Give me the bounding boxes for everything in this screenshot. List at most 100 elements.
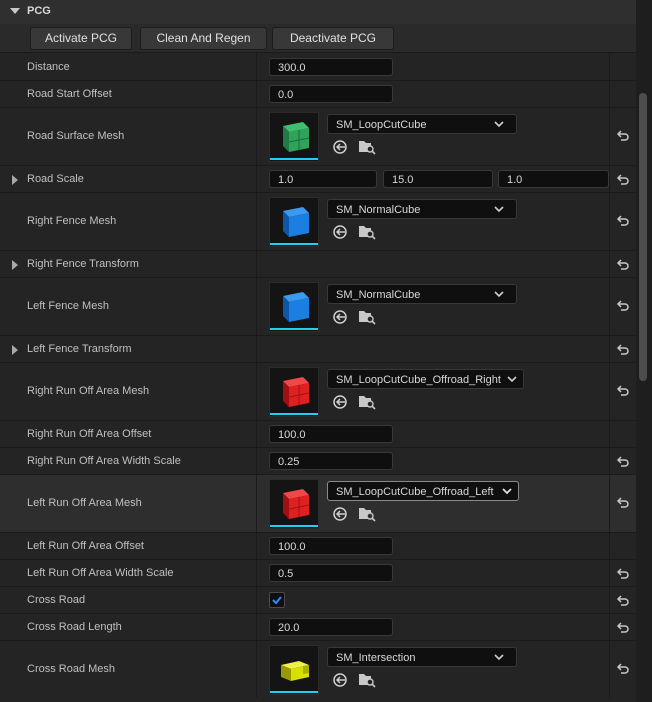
browse-to-asset-icon[interactable] (358, 309, 376, 325)
asset-combo[interactable]: SM_NormalCube (327, 284, 517, 304)
property-row-left-run-off-width: Left Run Off Area Width Scale 0.5 (0, 559, 636, 586)
category-title: PCG (27, 5, 51, 17)
asset-combo[interactable]: SM_LoopCutCube_Offroad_Right (327, 369, 524, 389)
browse-to-asset-icon[interactable] (358, 672, 376, 688)
reset-to-default-icon[interactable] (616, 173, 630, 187)
cube-preview-icon (283, 489, 310, 519)
property-label: Cross Road Mesh (27, 663, 116, 675)
property-row-right-run-off-offset: Right Run Off Area Offset 100.0 (0, 420, 636, 447)
deactivate-pcg-button[interactable]: Deactivate PCG (272, 27, 394, 50)
chevron-down-icon (494, 206, 504, 213)
cube-preview-icon (283, 292, 309, 322)
reset-to-default-icon[interactable] (616, 299, 630, 313)
mesh-thumbnail[interactable] (269, 479, 319, 529)
cross-road-checkbox[interactable] (269, 592, 285, 608)
scale-z-input[interactable]: 1.0 (498, 170, 609, 188)
reset-to-default-icon[interactable] (616, 129, 630, 143)
asset-name: SM_NormalCube (336, 289, 421, 301)
chevron-down-icon (494, 654, 504, 661)
property-label: Cross Road Length (27, 621, 122, 633)
chevron-down-icon (494, 291, 504, 298)
reset-to-default-icon[interactable] (616, 662, 630, 676)
left-run-off-offset-input[interactable]: 100.0 (269, 537, 393, 555)
use-selected-asset-icon[interactable] (332, 506, 348, 522)
asset-combo[interactable]: SM_LoopCutCube (327, 114, 517, 134)
cube-preview-icon (283, 122, 310, 152)
scrollbar-thumb[interactable] (639, 93, 647, 381)
left-run-off-width-input[interactable]: 0.5 (269, 564, 393, 582)
cross-road-length-input[interactable]: 20.0 (269, 618, 393, 636)
cube-preview-icon (283, 207, 309, 237)
clean-and-regen-button[interactable]: Clean And Regen (140, 27, 267, 50)
mesh-thumbnail[interactable] (269, 282, 319, 332)
chevron-down-icon (494, 121, 504, 128)
property-row-cross-road-length: Cross Road Length 20.0 (0, 613, 636, 640)
use-selected-asset-icon[interactable] (332, 224, 348, 240)
distance-input[interactable]: 300.0 (269, 58, 393, 76)
property-label: Right Run Off Area Mesh (27, 385, 150, 397)
collapse-arrow-icon[interactable] (10, 8, 20, 14)
property-row-right-fence-mesh: Right Fence Mesh SM_NormalCube (0, 192, 636, 250)
expand-arrow-icon[interactable] (12, 175, 18, 185)
property-row-road-start-offset: Road Start Offset 0.0 (0, 80, 636, 107)
property-row-left-run-off-mesh: Left Run Off Area Mesh SM_LoopCutCube_Of… (0, 474, 636, 532)
reset-to-default-icon[interactable] (616, 621, 630, 635)
use-selected-asset-icon[interactable] (332, 672, 348, 688)
asset-combo[interactable]: SM_NormalCube (327, 199, 517, 219)
scale-y-input[interactable]: 15.0 (383, 170, 493, 188)
reset-to-default-icon[interactable] (616, 594, 630, 608)
property-row-road-surface-mesh: Road Surface Mesh SM_LoopCutCube (0, 107, 636, 165)
mesh-thumbnail[interactable] (269, 112, 319, 162)
asset-name: SM_NormalCube (336, 204, 421, 216)
activate-pcg-button[interactable]: Activate PCG (30, 27, 132, 50)
property-row-left-fence-transform: Left Fence Transform (0, 335, 636, 362)
reset-to-default-icon[interactable] (616, 343, 630, 357)
property-row-distance: Distance 300.0 (0, 52, 636, 80)
chevron-down-icon (502, 488, 512, 495)
property-label: Right Run Off Area Offset (27, 428, 152, 440)
vertical-scrollbar[interactable] (636, 0, 652, 702)
reset-to-default-icon[interactable] (616, 258, 630, 272)
reset-to-default-icon[interactable] (616, 214, 630, 228)
expand-arrow-icon[interactable] (12, 260, 18, 270)
reset-to-default-icon[interactable] (616, 567, 630, 581)
property-label: Left Run Off Area Offset (27, 540, 144, 552)
cube-preview-icon (283, 377, 310, 407)
property-row-left-run-off-offset: Left Run Off Area Offset 100.0 (0, 532, 636, 559)
property-label: Left Run Off Area Width Scale (27, 567, 174, 579)
use-selected-asset-icon[interactable] (332, 309, 348, 325)
property-label: Right Fence Mesh (27, 215, 117, 227)
use-selected-asset-icon[interactable] (332, 139, 348, 155)
property-label: Road Start Offset (27, 88, 112, 100)
reset-to-default-icon[interactable] (616, 455, 630, 469)
property-row-right-run-off-mesh: Right Run Off Area Mesh SM_LoopCutCube_O… (0, 362, 636, 420)
browse-to-asset-icon[interactable] (358, 506, 376, 522)
expand-arrow-icon[interactable] (12, 345, 18, 355)
reset-to-default-icon[interactable] (616, 384, 630, 398)
right-run-off-width-input[interactable]: 0.25 (269, 452, 393, 470)
asset-combo[interactable]: SM_Intersection (327, 647, 517, 667)
property-row-road-scale: Road Scale 1.0 15.0 1.0 (0, 165, 636, 192)
use-selected-asset-icon[interactable] (332, 394, 348, 410)
browse-to-asset-icon[interactable] (358, 224, 376, 240)
property-row-cross-road: Cross Road (0, 586, 636, 613)
details-panel: PCG Activate PCG Clean And Regen Deactiv… (0, 0, 652, 702)
right-run-off-offset-input[interactable]: 100.0 (269, 425, 393, 443)
mesh-thumbnail[interactable] (269, 645, 319, 695)
scale-x-input[interactable]: 1.0 (269, 170, 377, 188)
asset-combo[interactable]: SM_LoopCutCube_Offroad_Left (327, 481, 519, 501)
property-label: Left Fence Mesh (27, 300, 109, 312)
road-start-offset-input[interactable]: 0.0 (269, 85, 393, 103)
property-label: Right Run Off Area Width Scale (27, 455, 181, 467)
chevron-down-icon (507, 376, 517, 383)
reset-to-default-icon[interactable] (616, 496, 630, 510)
checkmark-icon (272, 596, 282, 605)
asset-name: SM_LoopCutCube_Offroad_Right (336, 374, 501, 386)
browse-to-asset-icon[interactable] (358, 394, 376, 410)
mesh-thumbnail[interactable] (269, 197, 319, 247)
property-row-right-run-off-width: Right Run Off Area Width Scale 0.25 (0, 447, 636, 474)
property-label: Left Fence Transform (27, 343, 132, 355)
browse-to-asset-icon[interactable] (358, 139, 376, 155)
mesh-thumbnail[interactable] (269, 367, 319, 417)
category-header-pcg[interactable]: PCG (0, 0, 636, 25)
